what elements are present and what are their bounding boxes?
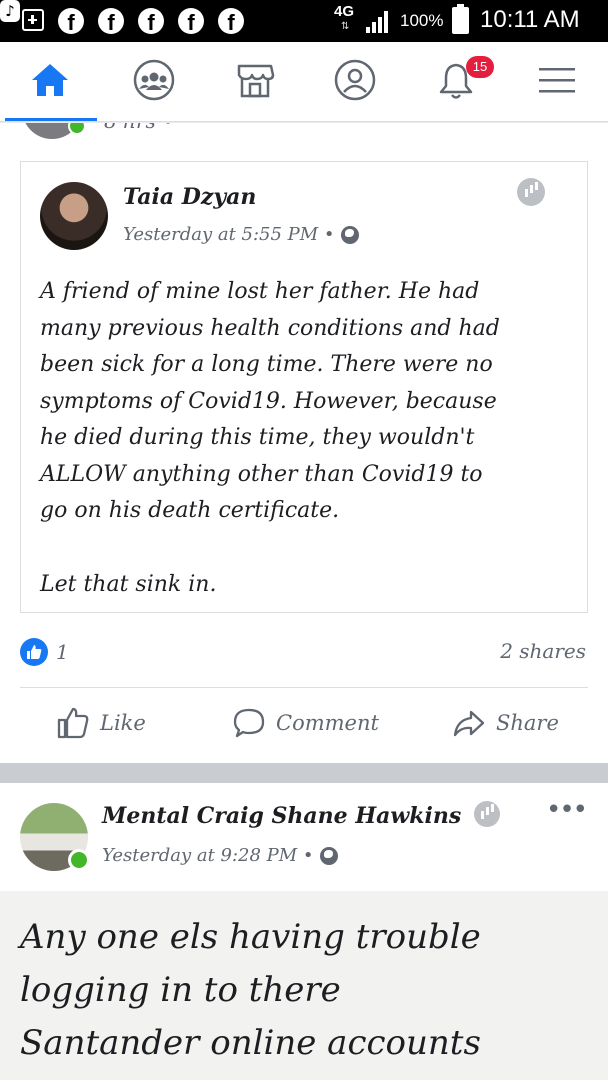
nav-menu[interactable]	[525, 54, 589, 114]
battery-icon	[452, 4, 469, 34]
facebook-icon: f	[178, 8, 204, 34]
facebook-icon: f	[218, 8, 244, 34]
feed-post: Mental Craig Shane Hawkins ••• Yesterday…	[0, 783, 608, 1080]
plus-box-icon	[22, 9, 44, 31]
reaction-summary[interactable]: 1	[20, 638, 69, 666]
like-label: Like	[100, 711, 146, 735]
network-type: 4G	[334, 3, 355, 20]
facebook-icon: f	[138, 8, 164, 34]
nav-marketplace[interactable]	[223, 54, 287, 114]
data-activity-icon: ⇅	[341, 21, 349, 32]
feed-post: 8 hrs • Taia Dzyan Yesterday at 5:55 PM …	[0, 123, 608, 763]
signal-icon	[366, 11, 388, 33]
comment-icon	[233, 708, 265, 738]
like-reaction-icon	[20, 638, 48, 666]
comment-button[interactable]: Comment	[232, 703, 379, 743]
globe-icon	[340, 225, 359, 244]
globe-icon	[319, 846, 338, 865]
share-arrow-icon	[453, 710, 485, 737]
divider	[20, 687, 588, 688]
news-feed[interactable]: 8 hrs • Taia Dzyan Yesterday at 5:55 PM …	[0, 123, 608, 1080]
author-name[interactable]: Mental Craig Shane Hawkins	[102, 803, 461, 829]
shared-post-card[interactable]: Taia Dzyan Yesterday at 5:55 PM • A frie…	[20, 161, 588, 613]
top-nav-bar: 15	[0, 42, 608, 122]
post-timestamp: 8 hrs •	[104, 123, 174, 133]
post-insights-icon[interactable]	[474, 801, 500, 827]
reaction-count: 1	[56, 640, 69, 664]
post-text: Any one els having trouble logging in to…	[0, 891, 608, 1080]
nav-groups[interactable]	[122, 54, 186, 114]
nav-notifications[interactable]: 15	[424, 54, 494, 114]
post-header-cropped: 8 hrs •	[0, 123, 608, 139]
nav-home[interactable]	[18, 54, 82, 114]
comment-label: Comment	[276, 711, 379, 735]
active-tab-indicator	[5, 118, 97, 121]
notification-badge: 15	[466, 56, 494, 78]
marketplace-icon	[237, 64, 275, 98]
online-indicator	[68, 123, 86, 135]
avatar[interactable]	[40, 182, 108, 250]
clock: 10:11 AM	[480, 6, 580, 33]
profile-icon	[334, 59, 376, 101]
groups-icon	[133, 59, 175, 101]
author-name[interactable]: Taia Dzyan	[123, 184, 256, 210]
online-indicator	[68, 849, 90, 871]
post-text: A friend of mine lost her father. He had…	[40, 274, 578, 603]
thumbs-up-icon	[57, 707, 89, 739]
share-count[interactable]: 2 shares	[500, 639, 586, 663]
share-button[interactable]: Share	[452, 703, 559, 743]
more-options-icon[interactable]: •••	[546, 795, 588, 825]
home-icon	[32, 64, 68, 96]
post-insights-icon[interactable]	[517, 178, 545, 206]
post-timestamp[interactable]: Yesterday at 9:28 PM •	[102, 845, 314, 866]
battery-percent: 100%	[400, 11, 444, 30]
menu-icon	[539, 68, 575, 93]
like-button[interactable]: Like	[56, 703, 146, 743]
nav-profile[interactable]	[323, 54, 387, 114]
facebook-icon: f	[58, 8, 84, 34]
share-label: Share	[496, 711, 559, 735]
status-bar: f f f f f ♪ 4G ⇅ 100% 10:11 AM	[0, 0, 608, 42]
post-meta: Yesterday at 5:55 PM •	[123, 224, 359, 245]
tiktok-icon: ♪	[0, 0, 20, 22]
post-timestamp[interactable]: Yesterday at 5:55 PM •	[123, 224, 335, 245]
post-separator	[0, 763, 608, 783]
post-meta: Yesterday at 9:28 PM •	[102, 845, 338, 866]
facebook-icon: f	[98, 8, 124, 34]
post-paragraph: Let that sink in.	[40, 571, 217, 597]
post-paragraph: A friend of mine lost her father. He had…	[40, 279, 500, 523]
